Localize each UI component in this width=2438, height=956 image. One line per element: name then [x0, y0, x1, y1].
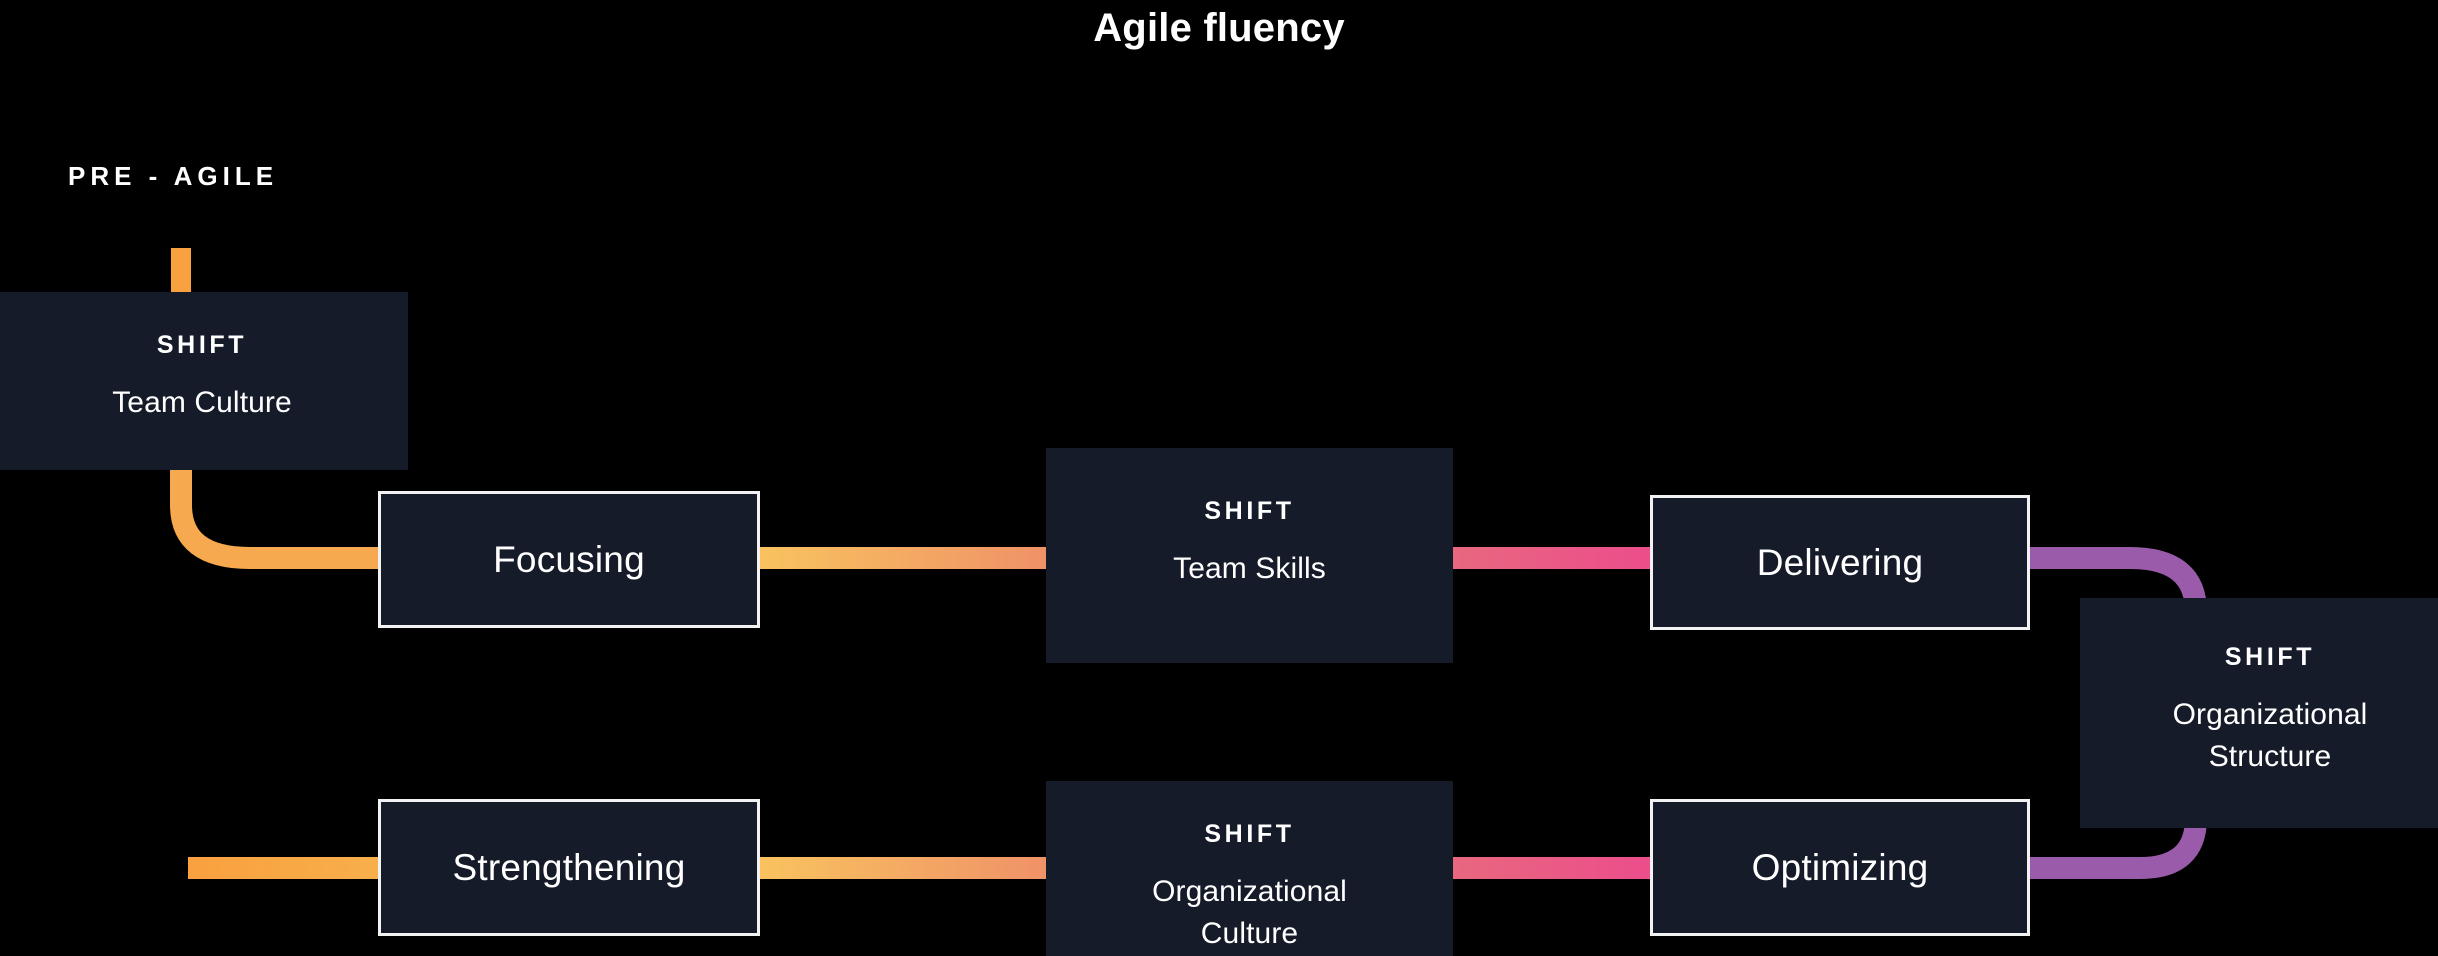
connector-pre-agile-stub [171, 248, 191, 294]
shift-kicker: SHIFT [1204, 497, 1295, 525]
shift-card-organizational-structure[interactable]: SHIFT Organizational Structure [2080, 598, 2438, 828]
stage-card-strengthening[interactable]: Strengthening [378, 799, 760, 936]
stage-label: Delivering [1756, 541, 1924, 583]
shift-kicker: SHIFT [156, 331, 248, 359]
stage-label: Optimizing [1751, 846, 1929, 888]
shift-body: Team Skills [1173, 552, 1326, 585]
connector-org-culture-to-optimizing [1447, 857, 1659, 879]
shift-kicker: SHIFT [1204, 820, 1295, 848]
stage-card-optimizing[interactable]: Optimizing [1650, 799, 2030, 936]
stage-label: Focusing [493, 538, 645, 580]
diagram-canvas: Agile fluency PRE - AGILE SHIFT Team Cul… [0, 0, 2438, 956]
stage-card-delivering[interactable]: Delivering [1650, 495, 2030, 630]
shift-body: Organizational Culture [1152, 875, 1347, 950]
shift-card-team-skills[interactable]: SHIFT Team Skills [1046, 448, 1453, 663]
connector-team-skills-to-delivering [1447, 547, 1659, 569]
shift-card-organizational-culture[interactable]: SHIFT Organizational Culture [1046, 781, 1453, 956]
connector-focusing-to-team-skills [752, 547, 1052, 569]
connector-strengthening-to-org-culture [752, 857, 1052, 879]
shift-body: Team Culture [112, 386, 292, 419]
stage-label: Strengthening [452, 846, 686, 888]
connector-inbound-to-strengthening [188, 857, 392, 879]
stage-card-focusing[interactable]: Focusing [378, 491, 760, 628]
shift-kicker: SHIFT [2224, 643, 2316, 671]
shift-card-team-culture[interactable]: SHIFT Team Culture [0, 292, 408, 470]
shift-body: Organizational Structure [2172, 698, 2368, 773]
connector-team-culture-to-focusing [170, 468, 392, 569]
